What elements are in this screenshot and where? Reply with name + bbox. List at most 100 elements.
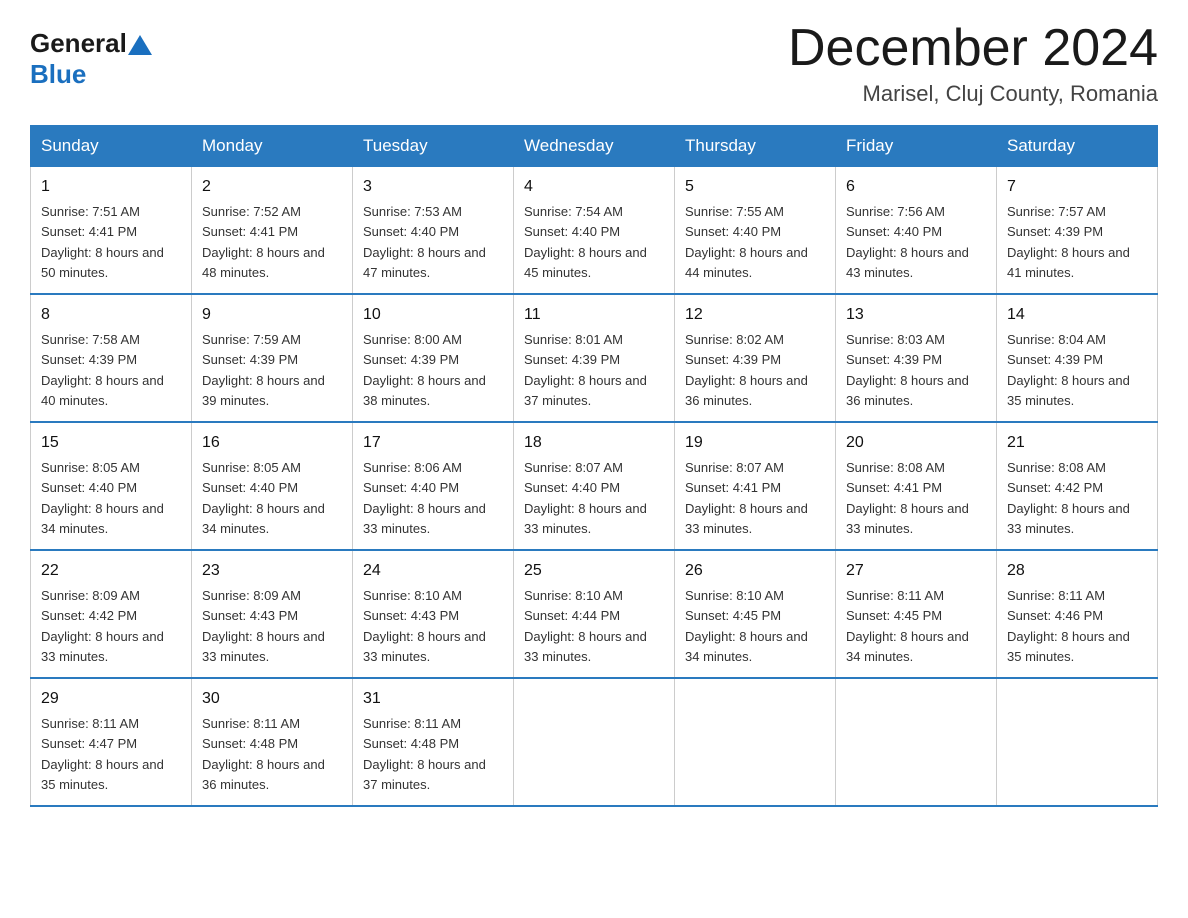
day-info: Sunrise: 8:01 AMSunset: 4:39 PMDaylight:…	[524, 332, 647, 408]
day-number: 12	[685, 303, 825, 327]
day-cell: 14Sunrise: 8:04 AMSunset: 4:39 PMDayligh…	[997, 294, 1158, 422]
day-cell: 27 Sunrise: 8:11 AMSunset: 4:45 PMDayligh…	[836, 550, 997, 678]
day-header-sunday: Sunday	[31, 126, 192, 167]
day-cell: 17 Sunrise: 8:06 AMSunset: 4:40 PMDayligh…	[353, 422, 514, 550]
logo-triangle-icon	[128, 35, 152, 55]
day-cell: 31Sunrise: 8:11 AMSunset: 4:48 PMDayligh…	[353, 678, 514, 806]
day-info: Sunrise: 8:11 AMSunset: 4:48 PMDaylight:…	[202, 716, 325, 792]
day-info: Sunrise: 8:10 AMSunset: 4:43 PMDaylight:…	[363, 588, 486, 664]
day-number: 7	[1007, 175, 1147, 199]
logo-blue: Blue	[30, 59, 86, 90]
day-number: 8	[41, 303, 181, 327]
day-info: Sunrise: 7:55 AMSunset: 4:40 PMDaylight:…	[685, 204, 808, 280]
day-number: 5	[685, 175, 825, 199]
day-number: 28	[1007, 559, 1147, 583]
day-number: 17	[363, 431, 503, 455]
week-row-2: 8 Sunrise: 7:58 AMSunset: 4:39 PMDaylight…	[31, 294, 1158, 422]
day-info: Sunrise: 7:57 AMSunset: 4:39 PMDaylight:…	[1007, 204, 1130, 280]
day-cell: 28 Sunrise: 8:11 AMSunset: 4:46 PMDayligh…	[997, 550, 1158, 678]
day-info: Sunrise: 7:56 AMSunset: 4:40 PMDaylight:…	[846, 204, 969, 280]
day-cell: 21 Sunrise: 8:08 AMSunset: 4:42 PMDayligh…	[997, 422, 1158, 550]
day-info: Sunrise: 7:58 AMSunset: 4:39 PMDaylight:…	[41, 332, 164, 408]
day-header-saturday: Saturday	[997, 126, 1158, 167]
day-header-friday: Friday	[836, 126, 997, 167]
day-cell: 30 Sunrise: 8:11 AMSunset: 4:48 PMDayligh…	[192, 678, 353, 806]
calendar-table: SundayMondayTuesdayWednesdayThursdayFrid…	[30, 125, 1158, 807]
day-info: Sunrise: 8:11 AMSunset: 4:48 PMDaylight:…	[363, 716, 486, 792]
day-number: 20	[846, 431, 986, 455]
week-row-4: 22Sunrise: 8:09 AMSunset: 4:42 PMDayligh…	[31, 550, 1158, 678]
day-info: Sunrise: 8:00 AMSunset: 4:39 PMDaylight:…	[363, 332, 486, 408]
day-cell: 8 Sunrise: 7:58 AMSunset: 4:39 PMDaylight…	[31, 294, 192, 422]
day-info: Sunrise: 8:11 AMSunset: 4:45 PMDaylight:…	[846, 588, 969, 664]
day-cell: 12 Sunrise: 8:02 AMSunset: 4:39 PMDayligh…	[675, 294, 836, 422]
day-cell: 20 Sunrise: 8:08 AMSunset: 4:41 PMDayligh…	[836, 422, 997, 550]
logo: General Blue	[30, 28, 152, 90]
page-header: General Blue December 2024 Marisel, Cluj…	[30, 20, 1158, 107]
day-number: 21	[1007, 431, 1147, 455]
header-row: SundayMondayTuesdayWednesdayThursdayFrid…	[31, 126, 1158, 167]
day-number: 30	[202, 687, 342, 711]
week-row-3: 15 Sunrise: 8:05 AMSunset: 4:40 PMDayligh…	[31, 422, 1158, 550]
day-cell: 18 Sunrise: 8:07 AMSunset: 4:40 PMDayligh…	[514, 422, 675, 550]
day-cell: 25 Sunrise: 8:10 AMSunset: 4:44 PMDayligh…	[514, 550, 675, 678]
day-info: Sunrise: 8:06 AMSunset: 4:40 PMDaylight:…	[363, 460, 486, 536]
day-cell: 24Sunrise: 8:10 AMSunset: 4:43 PMDayligh…	[353, 550, 514, 678]
day-cell: 10 Sunrise: 8:00 AMSunset: 4:39 PMDayligh…	[353, 294, 514, 422]
logo-text: General	[30, 28, 152, 59]
day-cell	[997, 678, 1158, 806]
day-cell: 19 Sunrise: 8:07 AMSunset: 4:41 PMDayligh…	[675, 422, 836, 550]
day-info: Sunrise: 8:08 AMSunset: 4:41 PMDaylight:…	[846, 460, 969, 536]
week-row-5: 29Sunrise: 8:11 AMSunset: 4:47 PMDayligh…	[31, 678, 1158, 806]
day-header-wednesday: Wednesday	[514, 126, 675, 167]
day-number: 4	[524, 175, 664, 199]
day-header-thursday: Thursday	[675, 126, 836, 167]
day-cell: 22Sunrise: 8:09 AMSunset: 4:42 PMDayligh…	[31, 550, 192, 678]
day-info: Sunrise: 8:10 AMSunset: 4:44 PMDaylight:…	[524, 588, 647, 664]
day-info: Sunrise: 7:59 AMSunset: 4:39 PMDaylight:…	[202, 332, 325, 408]
day-cell: 16 Sunrise: 8:05 AMSunset: 4:40 PMDayligh…	[192, 422, 353, 550]
day-info: Sunrise: 8:08 AMSunset: 4:42 PMDaylight:…	[1007, 460, 1130, 536]
logo-general: General	[30, 28, 127, 59]
day-info: Sunrise: 8:11 AMSunset: 4:46 PMDaylight:…	[1007, 588, 1130, 664]
day-number: 27	[846, 559, 986, 583]
day-number: 3	[363, 175, 503, 199]
day-number: 25	[524, 559, 664, 583]
day-cell: 23 Sunrise: 8:09 AMSunset: 4:43 PMDayligh…	[192, 550, 353, 678]
title-area: December 2024 Marisel, Cluj County, Roma…	[788, 20, 1158, 107]
day-number: 23	[202, 559, 342, 583]
month-title: December 2024	[788, 20, 1158, 77]
day-cell: 11 Sunrise: 8:01 AMSunset: 4:39 PMDayligh…	[514, 294, 675, 422]
day-cell: 7 Sunrise: 7:57 AMSunset: 4:39 PMDaylight…	[997, 167, 1158, 295]
day-number: 26	[685, 559, 825, 583]
day-number: 13	[846, 303, 986, 327]
day-number: 9	[202, 303, 342, 327]
day-cell: 13Sunrise: 8:03 AMSunset: 4:39 PMDayligh…	[836, 294, 997, 422]
day-cell: 1Sunrise: 7:51 AMSunset: 4:41 PMDaylight…	[31, 167, 192, 295]
day-info: Sunrise: 8:07 AMSunset: 4:41 PMDaylight:…	[685, 460, 808, 536]
day-cell: 26 Sunrise: 8:10 AMSunset: 4:45 PMDayligh…	[675, 550, 836, 678]
location: Marisel, Cluj County, Romania	[788, 81, 1158, 107]
day-number: 18	[524, 431, 664, 455]
day-number: 6	[846, 175, 986, 199]
day-info: Sunrise: 8:05 AMSunset: 4:40 PMDaylight:…	[41, 460, 164, 536]
day-number: 16	[202, 431, 342, 455]
day-cell: 2Sunrise: 7:52 AMSunset: 4:41 PMDaylight…	[192, 167, 353, 295]
day-info: Sunrise: 8:04 AMSunset: 4:39 PMDaylight:…	[1007, 332, 1130, 408]
day-cell: 4 Sunrise: 7:54 AMSunset: 4:40 PMDaylight…	[514, 167, 675, 295]
day-cell	[675, 678, 836, 806]
day-number: 10	[363, 303, 503, 327]
day-info: Sunrise: 8:09 AMSunset: 4:43 PMDaylight:…	[202, 588, 325, 664]
day-info: Sunrise: 7:54 AMSunset: 4:40 PMDaylight:…	[524, 204, 647, 280]
day-number: 19	[685, 431, 825, 455]
day-info: Sunrise: 8:07 AMSunset: 4:40 PMDaylight:…	[524, 460, 647, 536]
day-info: Sunrise: 8:05 AMSunset: 4:40 PMDaylight:…	[202, 460, 325, 536]
day-cell	[836, 678, 997, 806]
day-info: Sunrise: 8:02 AMSunset: 4:39 PMDaylight:…	[685, 332, 808, 408]
day-info: Sunrise: 7:53 AMSunset: 4:40 PMDaylight:…	[363, 204, 486, 280]
day-header-tuesday: Tuesday	[353, 126, 514, 167]
day-number: 15	[41, 431, 181, 455]
day-number: 11	[524, 303, 664, 327]
day-info: Sunrise: 8:10 AMSunset: 4:45 PMDaylight:…	[685, 588, 808, 664]
day-cell: 3 Sunrise: 7:53 AMSunset: 4:40 PMDaylight…	[353, 167, 514, 295]
